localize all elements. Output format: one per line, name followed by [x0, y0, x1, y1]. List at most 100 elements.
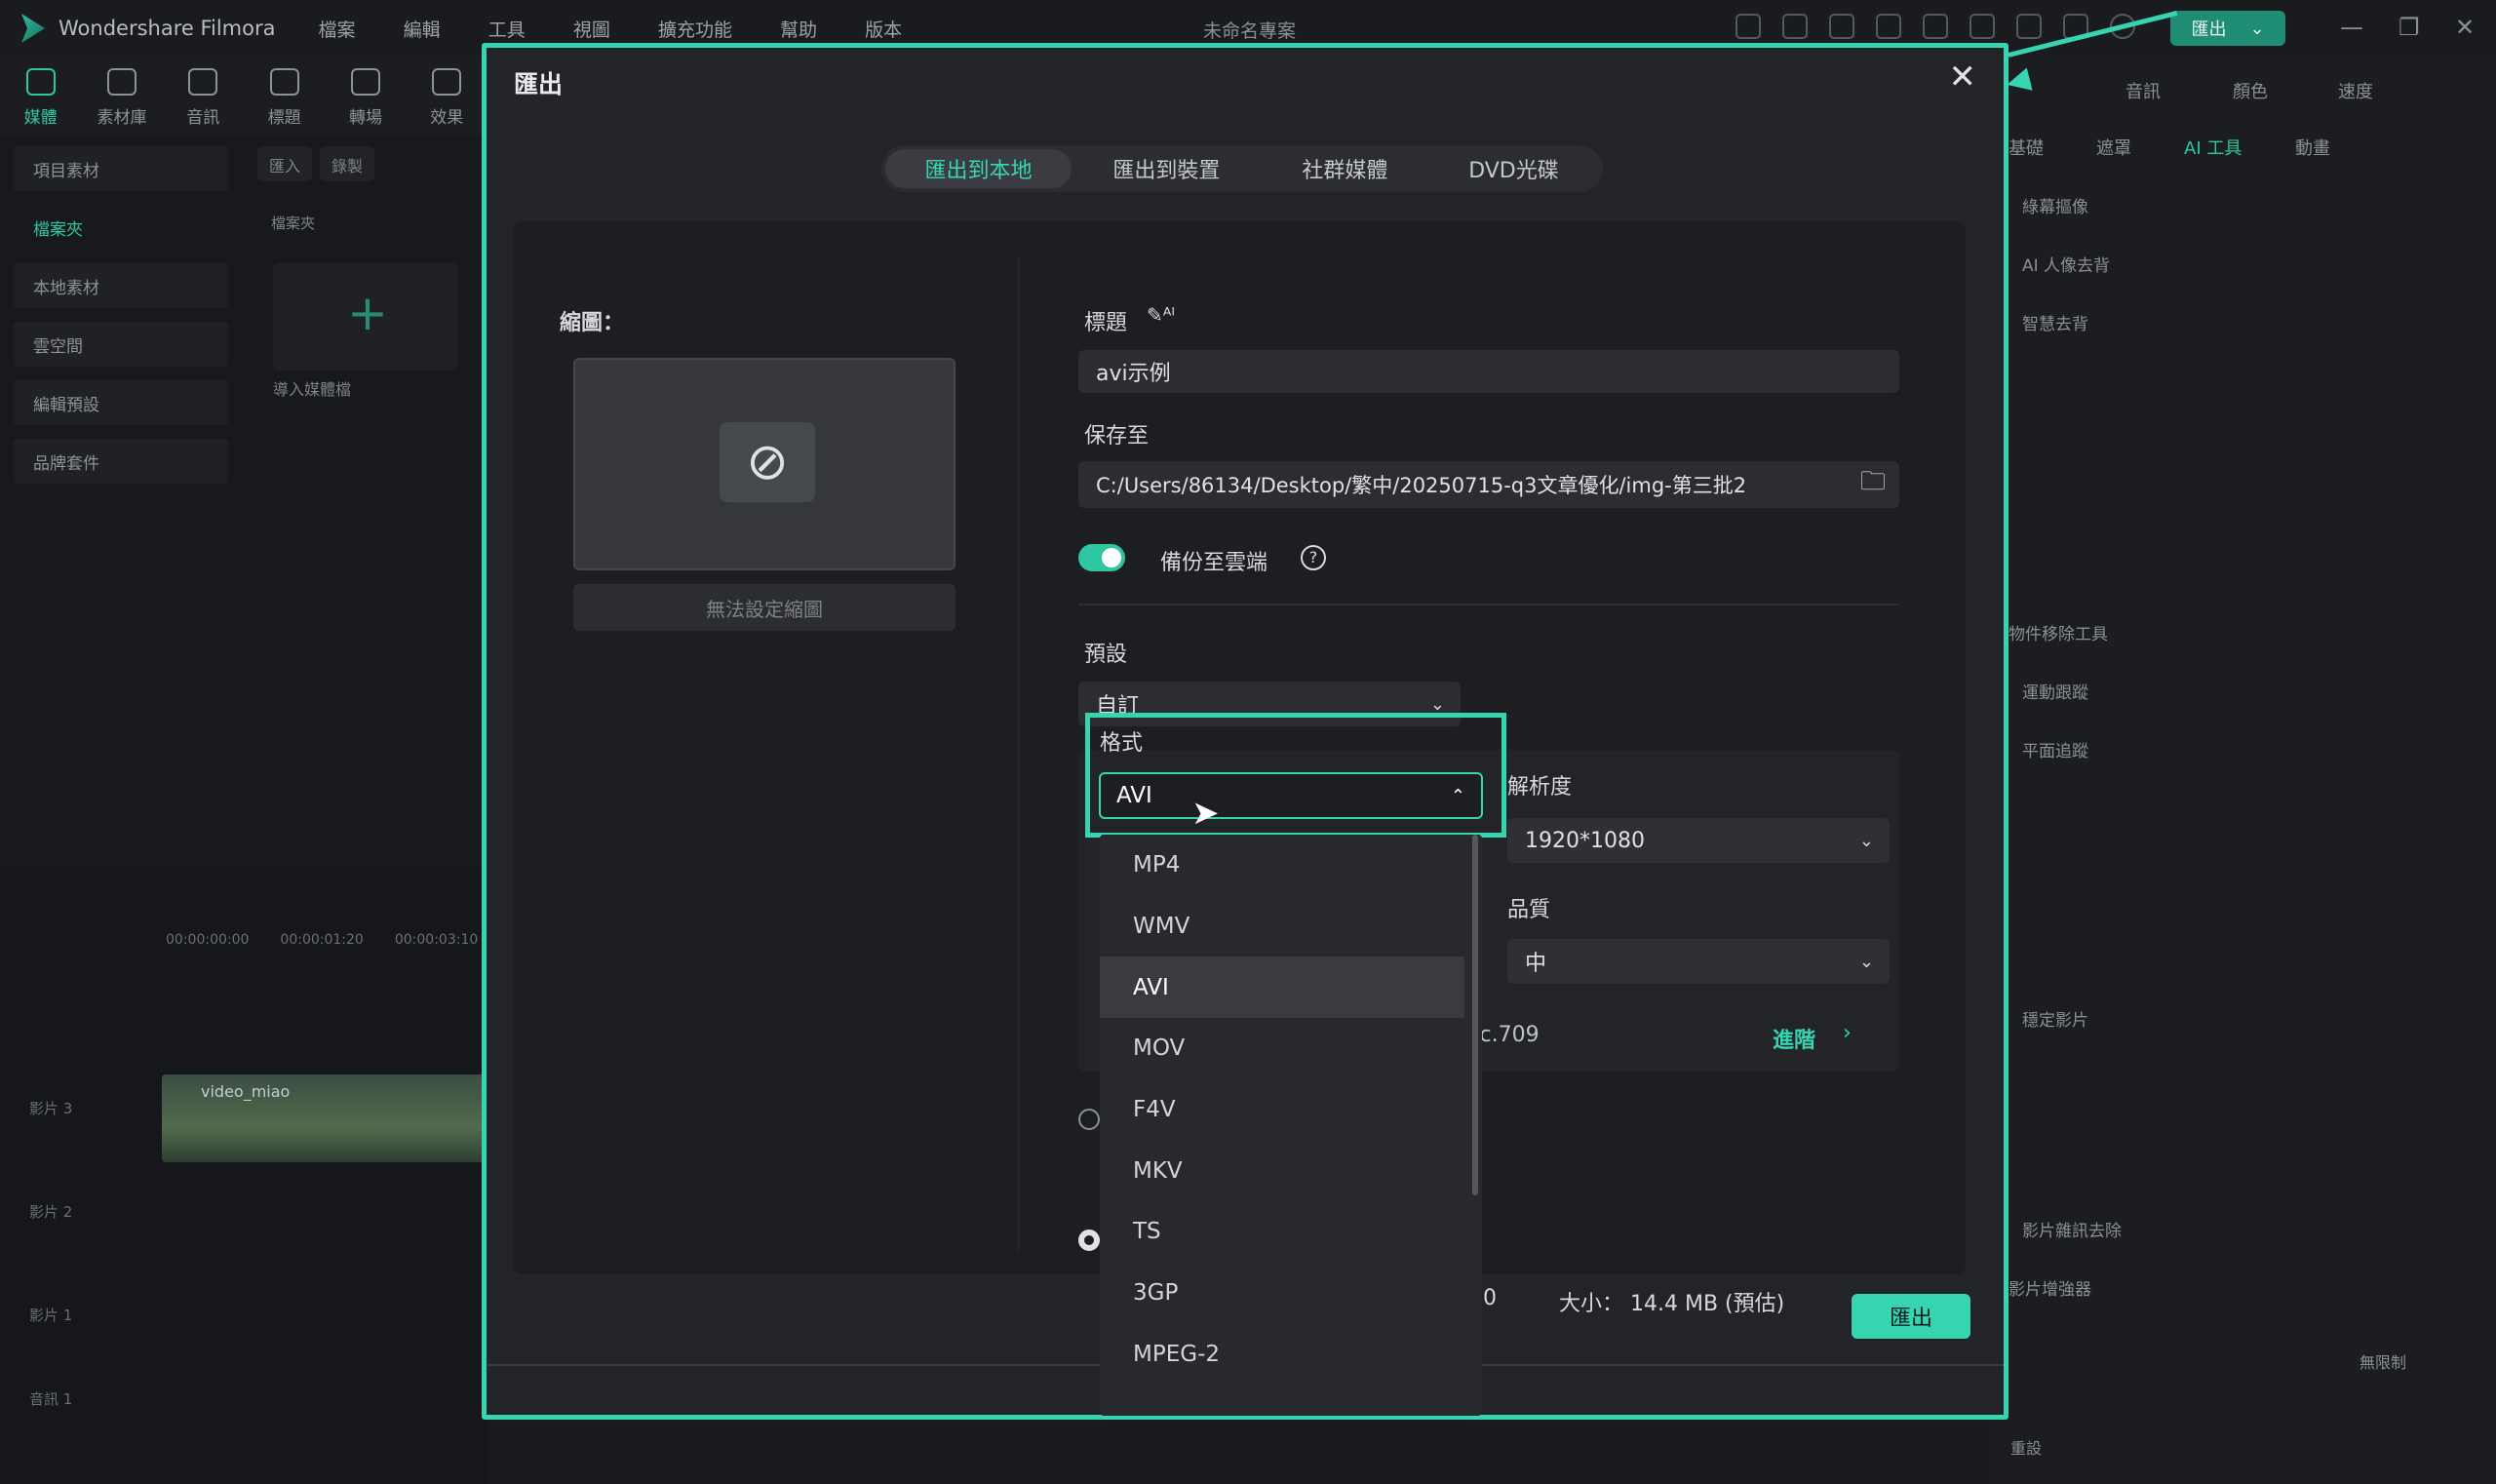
subtab-ai-tools[interactable]: AI 工具: [2184, 135, 2242, 160]
rp-item[interactable]: 穩定影片: [2022, 1006, 2088, 1031]
headset-icon[interactable]: [2016, 14, 2042, 39]
menu-tools[interactable]: 工具: [488, 20, 526, 41]
minimize-icon[interactable]: —: [2340, 14, 2363, 41]
menu-view[interactable]: 視圖: [573, 20, 610, 41]
gift-icon[interactable]: [1736, 14, 1761, 39]
tab-color[interactable]: 顏色: [2233, 78, 2268, 103]
reset-button[interactable]: 重設: [2010, 1435, 2042, 1459]
menu-version[interactable]: 版本: [865, 20, 902, 41]
rp-item[interactable]: 影片雜訊去除: [2022, 1217, 2122, 1241]
tool-transitions[interactable]: 轉場: [325, 57, 406, 135]
tool-media-label: 媒體: [23, 108, 58, 128]
dialog-title: 匯出: [514, 70, 564, 98]
rp-item[interactable]: 運動跟蹤: [2022, 679, 2088, 703]
ai-pen-icon[interactable]: ✎ᴬᴵ: [1147, 303, 1175, 327]
format-option[interactable]: WMV: [1100, 896, 1464, 957]
radio-selected-icon[interactable]: [1078, 1230, 1100, 1251]
divider: [1078, 604, 1899, 605]
tool-titles[interactable]: 標題: [244, 57, 325, 135]
time-mark: 00:00:00:00: [166, 932, 250, 948]
title-input[interactable]: avi示例: [1078, 350, 1899, 393]
time-mark: 00:00:01:20: [280, 932, 364, 948]
menu-file[interactable]: 檔案: [319, 20, 356, 41]
save-path-value: C:/Users/86134/Desktop/繁中/20250715-q3文章優…: [1096, 474, 1747, 497]
time-ruler: 00:00:00:00 00:00:01:20 00:00:03:10: [166, 932, 478, 948]
restore-icon[interactable]: ❐: [2398, 14, 2420, 41]
rp-item[interactable]: 平面追蹤: [2022, 737, 2088, 762]
format-option[interactable]: MP4: [1100, 835, 1464, 896]
video-clip[interactable]: video_miao: [162, 1074, 488, 1162]
subtab-animation[interactable]: 動畫: [2295, 135, 2330, 160]
subtab-basic[interactable]: 基礎: [2008, 135, 2044, 160]
backup-toggle[interactable]: [1078, 544, 1125, 571]
tool-media[interactable]: 媒體: [0, 57, 81, 135]
tab-social-media[interactable]: 社群媒體: [1262, 149, 1428, 188]
quality-select[interactable]: 中 ⌄: [1507, 939, 1890, 984]
close-icon[interactable]: ✕: [1949, 58, 1977, 97]
format-select[interactable]: AVI ⌃: [1099, 772, 1483, 819]
nav-edit-presets[interactable]: 編輯預設: [14, 380, 228, 425]
effects-icon: [432, 68, 462, 96]
record-chip[interactable]: 錄製: [320, 146, 375, 181]
window-close-icon[interactable]: ✕: [2455, 14, 2475, 41]
nav-local-media[interactable]: 本地素材: [14, 263, 228, 308]
format-option[interactable]: MKV: [1100, 1140, 1464, 1201]
track-label: 音訊 1: [29, 1390, 73, 1408]
nav-brand-kit[interactable]: 品牌套件: [14, 439, 228, 484]
format-option[interactable]: TS: [1100, 1201, 1464, 1263]
cloud-icon[interactable]: [1970, 14, 1995, 39]
tab-dvd[interactable]: DVD光碟: [1428, 149, 1599, 188]
duration-partial: 0: [1483, 1286, 1497, 1310]
format-option[interactable]: MPEG-2: [1100, 1324, 1464, 1386]
menu-edit[interactable]: 編輯: [404, 20, 441, 41]
import-media-box[interactable]: [273, 263, 458, 371]
chevron-down-icon: ⌄: [1858, 830, 1874, 851]
project-title: 未命名專案: [1203, 20, 1297, 42]
rp-item[interactable]: 綠幕摳像: [2022, 193, 2088, 217]
format-option[interactable]: AVI: [1100, 957, 1464, 1019]
menu-extensions[interactable]: 擴充功能: [658, 20, 732, 41]
tool-library[interactable]: 素材庫: [81, 57, 162, 135]
timeline: 00:00:00:00 00:00:01:20 00:00:03:10 影片 3…: [0, 868, 488, 1484]
save-path-input[interactable]: C:/Users/86134/Desktop/繁中/20250715-q3文章優…: [1078, 461, 1899, 508]
import-chip[interactable]: 匯入: [257, 146, 313, 181]
folder-label: 檔案夾: [271, 215, 316, 232]
layout-icon[interactable]: [1876, 14, 1901, 39]
format-option[interactable]: MOV: [1100, 1018, 1464, 1079]
rp-item[interactable]: AI 人像去背: [2022, 252, 2110, 276]
task-icon[interactable]: [1829, 14, 1854, 39]
thumbnail-label: 縮圖：: [560, 311, 625, 335]
resolution-select[interactable]: 1920*1080 ⌄: [1507, 818, 1890, 863]
preset-label: 預設: [1084, 643, 1128, 667]
tab-export-device[interactable]: 匯出到裝置: [1072, 149, 1262, 188]
nav-folder[interactable]: 檔案夾: [14, 205, 228, 250]
filmora-logo-icon: [21, 14, 45, 43]
rp-item[interactable]: 影片增強器: [2008, 1275, 2091, 1300]
rp-item[interactable]: 智慧去背: [2022, 310, 2088, 334]
help-icon[interactable]: ?: [1301, 545, 1326, 570]
tab-speed[interactable]: 速度: [2338, 78, 2373, 103]
tool-effects[interactable]: 效果: [407, 57, 488, 135]
advanced-link[interactable]: 進階: [1773, 1023, 1815, 1054]
tool-library-label: 素材庫: [97, 108, 147, 128]
menu-help[interactable]: 幫助: [780, 20, 817, 41]
chevron-down-icon: ⌄: [1858, 951, 1874, 972]
format-option[interactable]: 3GP: [1100, 1263, 1464, 1324]
export-button[interactable]: 匯出: [1852, 1294, 1970, 1339]
folder-icon[interactable]: 🗀: [1860, 463, 1886, 506]
tool-titles-label: 標題: [267, 108, 301, 128]
nav-cloud[interactable]: 雲空間: [14, 322, 228, 367]
nav-project-media[interactable]: 項目素材: [14, 146, 228, 191]
subtab-mask[interactable]: 遮罩: [2096, 135, 2131, 160]
radio-icon[interactable]: [1078, 1109, 1100, 1130]
tab-audio[interactable]: 音訊: [2126, 78, 2161, 103]
dropdown-scrollbar[interactable]: [1472, 835, 1478, 1195]
chevron-right-icon: ›: [1843, 1021, 1852, 1045]
send-icon[interactable]: [1782, 14, 1808, 39]
format-option[interactable]: F4V: [1100, 1079, 1464, 1141]
tab-export-local[interactable]: 匯出到本地: [885, 149, 1072, 188]
tool-audio[interactable]: 音訊: [163, 57, 244, 135]
tool-audio-label: 音訊: [186, 108, 220, 128]
top-export-button[interactable]: 匯出 ⌄: [2170, 11, 2285, 46]
save-icon[interactable]: [1923, 14, 1948, 39]
